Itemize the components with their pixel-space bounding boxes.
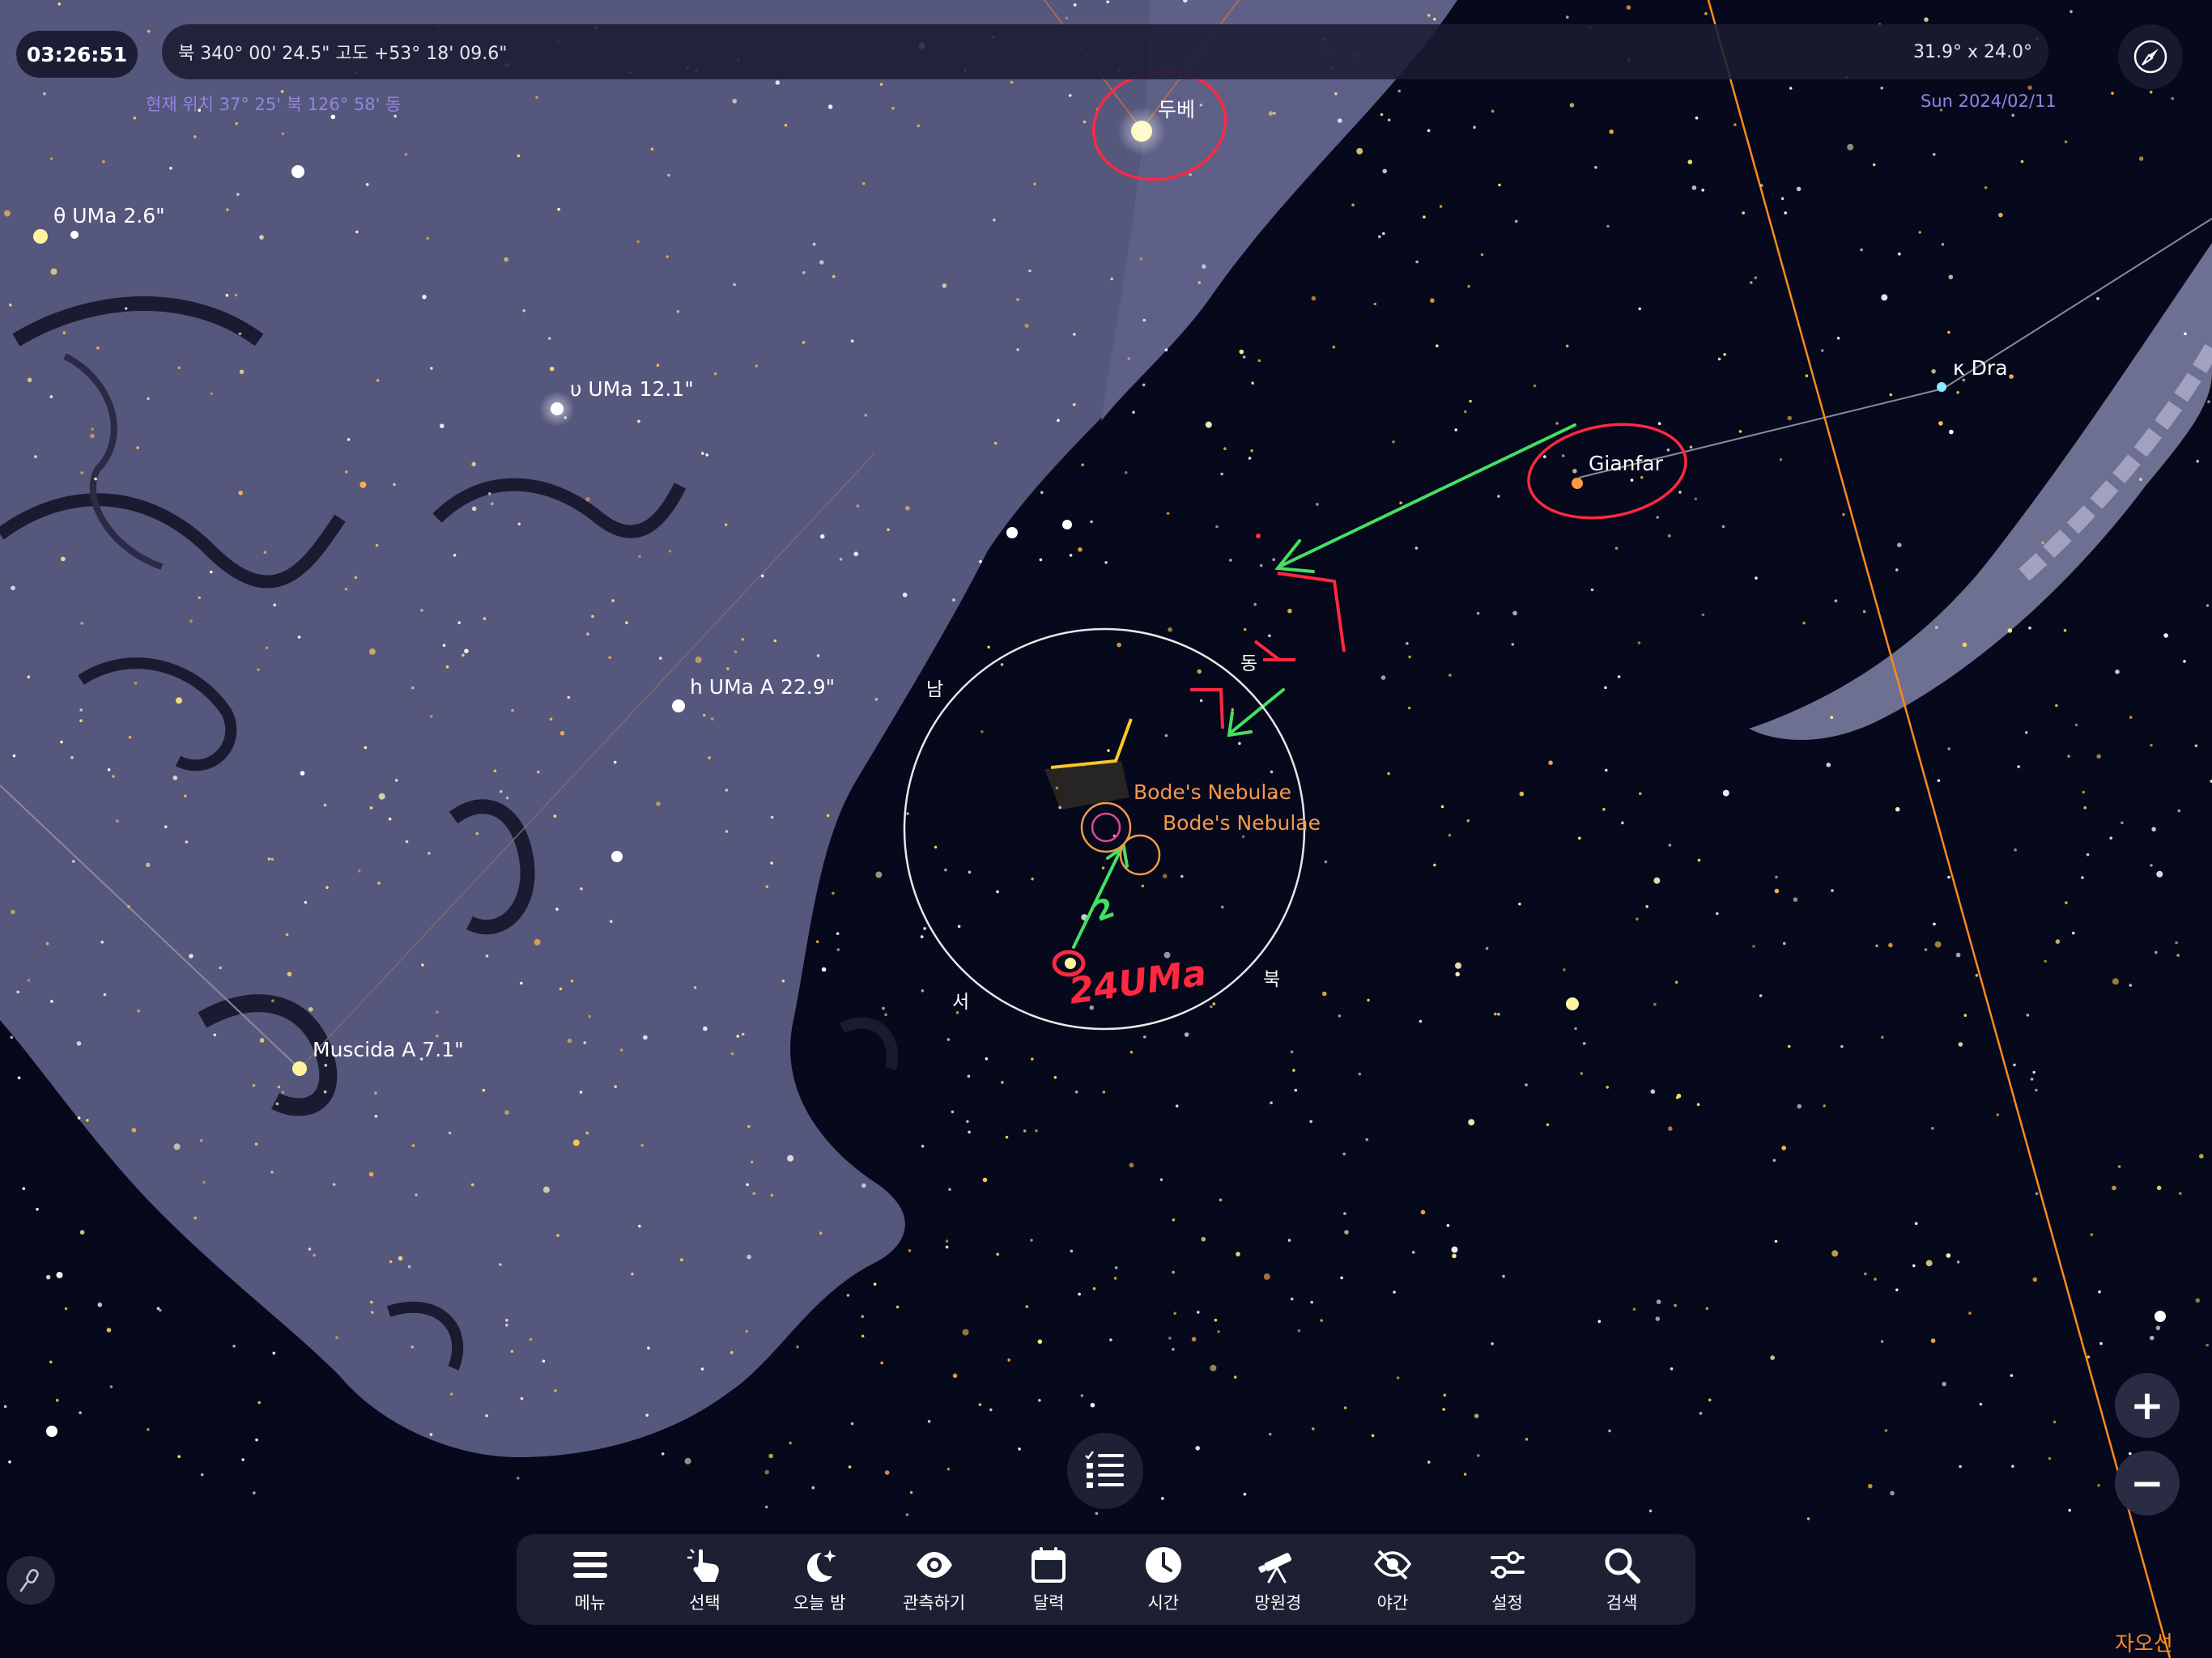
star-h-uma [672, 699, 685, 712]
star-24uma [1065, 958, 1076, 969]
label-gianfar[interactable]: Gianfar [1589, 452, 1663, 475]
toolbar-night-mode-label: 야간 [1376, 1593, 1409, 1613]
finder-north-label: 북 [1263, 969, 1281, 990]
toolbar-observe-label: 관측하기 [902, 1593, 966, 1613]
zoom-out-button[interactable]: − [2115, 1451, 2180, 1516]
label-bodes-nebula-2[interactable]: Bode's Nebulae [1163, 811, 1321, 835]
label-h-uma[interactable]: h UMa A 22.9" [690, 675, 835, 699]
calendar-icon [1032, 1547, 1066, 1583]
finder-west-label: 서 [952, 992, 970, 1013]
label-theta-uma[interactable]: θ UMa 2.6" [53, 204, 165, 227]
field-of-view-value: 31.9° x 24.0° [1913, 41, 2032, 62]
search-icon [1605, 1548, 1641, 1584]
coordinate-bar: 북 340° 00' 24.5" 고도 +53° 18' 09.6" 31.9°… [162, 24, 2048, 79]
toolbar-select-label: 선택 [689, 1593, 721, 1613]
compass-icon [2133, 40, 2167, 74]
toolbar-search[interactable]: 검색 [1569, 1545, 1674, 1614]
star-muscida [292, 1061, 307, 1076]
clock-icon [1145, 1547, 1181, 1583]
toolbar-calendar-label: 달력 [1032, 1593, 1065, 1613]
toolbar-select[interactable]: 선택 [652, 1545, 757, 1614]
label-dubhe[interactable]: 두베 [1158, 94, 1195, 123]
microphone-button[interactable] [6, 1556, 55, 1605]
toolbar-settings-label: 설정 [1491, 1593, 1523, 1613]
star-kappa-dra [1937, 382, 1946, 392]
toolbar-time-label: 시간 [1147, 1593, 1180, 1613]
sliders-icon [1490, 1551, 1525, 1579]
microphone-icon [19, 1569, 39, 1592]
time-display[interactable]: 03:26:51 [16, 31, 138, 78]
checklist-icon [1085, 1451, 1124, 1488]
coordinate-value: 북 340° 00' 24.5" 고도 +53° 18' 09.6" [178, 44, 508, 64]
moon-stars-icon [806, 1550, 836, 1582]
observation-list-button[interactable] [1067, 1433, 1143, 1509]
eye-icon [916, 1552, 952, 1578]
night-mode-icon [1373, 1550, 1412, 1580]
time-value: 03:26:51 [26, 42, 128, 66]
current-date: Sun 2024/02/11 [1921, 91, 2057, 111]
menu-icon [572, 1552, 607, 1578]
toolbar-tonight-label: 오늘 밤 [793, 1593, 846, 1613]
toolbar-observe[interactable]: 관측하기 [882, 1545, 987, 1614]
toolbar-telescope[interactable]: 망원경 [1225, 1545, 1330, 1614]
star-gianfar [1572, 478, 1583, 489]
star-theta-uma [33, 229, 48, 244]
label-kappa-dra[interactable]: κ Dra [1953, 356, 2008, 380]
current-location: 현재 위치 37° 25' 북 126° 58' 동 [146, 95, 402, 114]
zoom-in-icon: + [2130, 1382, 2164, 1429]
toolbar-night-mode[interactable]: 야간 [1340, 1545, 1445, 1614]
meridian-label: 자오선 [2115, 1632, 2173, 1656]
sky-map[interactable] [0, 0, 2212, 1658]
toolbar-settings[interactable]: 설정 [1455, 1545, 1560, 1614]
zoom-out-icon: − [2130, 1460, 2164, 1507]
toolbar-telescope-label: 망원경 [1254, 1593, 1302, 1613]
toolbar-calendar[interactable]: 달력 [996, 1545, 1101, 1614]
toolbar-tonight[interactable]: 오늘 밤 [767, 1545, 872, 1614]
finder-south-label: 남 [926, 679, 944, 700]
telescope-icon [1258, 1553, 1292, 1584]
zoom-in-button[interactable]: + [2115, 1373, 2180, 1438]
compass-button[interactable] [2118, 24, 2183, 89]
select-hand-icon [687, 1549, 720, 1582]
label-upsilon-uma[interactable]: υ UMa 12.1" [570, 377, 694, 401]
toolbar-search-label: 검색 [1606, 1593, 1638, 1613]
label-bodes-nebula-1[interactable]: Bode's Nebulae [1134, 780, 1291, 804]
toolbar-time[interactable]: 시간 [1111, 1545, 1216, 1614]
toolbar-menu-label: 메뉴 [574, 1593, 606, 1613]
toolbar-menu[interactable]: 메뉴 [538, 1545, 643, 1614]
finder-east-label: 동 [1240, 653, 1258, 674]
bottom-toolbar: 메뉴 선택 오늘 밤 관측하기 달력 시간 망원경 야간 설정 검색 [517, 1534, 1695, 1625]
label-muscida[interactable]: Muscida A 7.1" [313, 1038, 464, 1061]
